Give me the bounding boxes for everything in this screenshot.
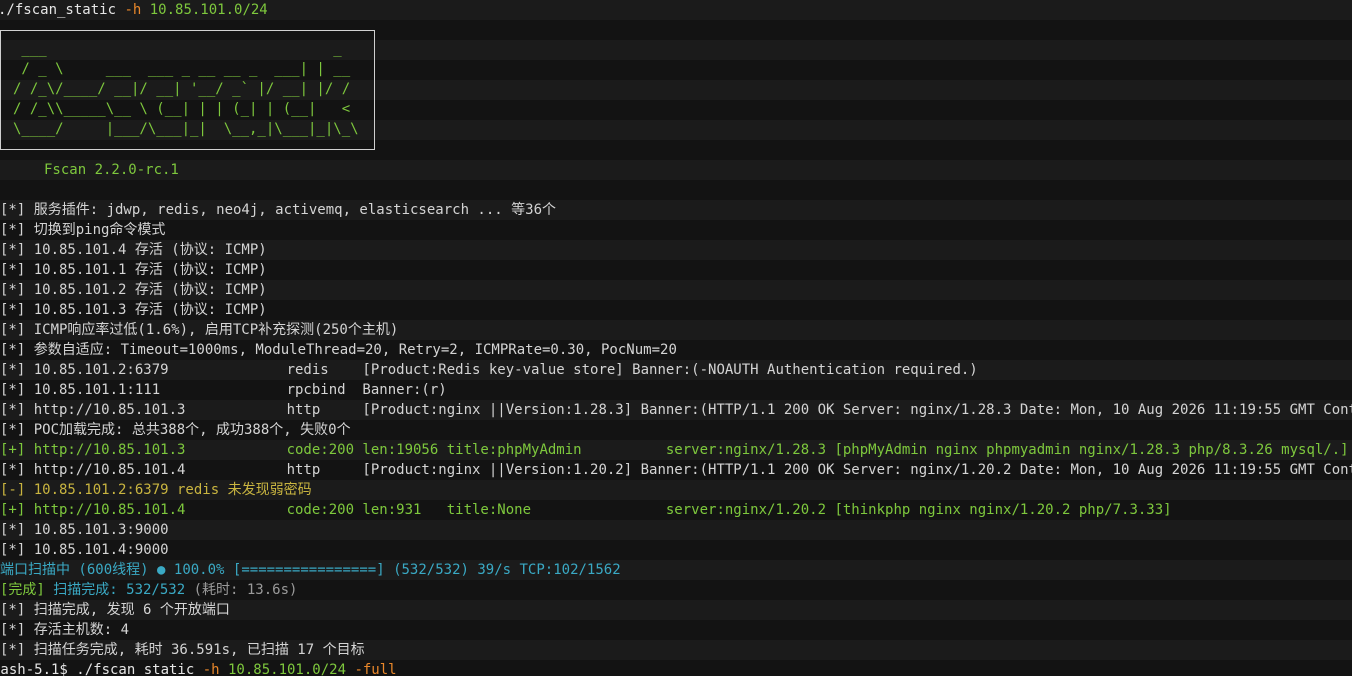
- log-line: [*] ICMP响应率过低(1.6%), 启用TCP补充探测(250个主机): [0, 322, 399, 338]
- command-target: 10.85.101.0/24: [141, 2, 268, 18]
- done-elapsed: (耗时: 13.6s): [185, 582, 298, 598]
- prompt-ps1: bash-5.1$: [0, 662, 68, 676]
- done-line: [完成] 扫描完成: 532/532 (耗时: 13.6s): [0, 580, 297, 600]
- log-line: [*] http://10.85.101.4 http [Product:ngi…: [0, 462, 1352, 478]
- summary-line: [*] 扫描任务完成, 耗时 36.591s, 已扫描 17 个目标: [0, 642, 365, 658]
- command-text: ./fscan_static: [0, 2, 125, 18]
- prompt-flag: -h: [202, 662, 220, 676]
- done-text: 扫描完成: 532/532: [44, 582, 186, 598]
- shell-prompt[interactable]: bash-5.1$ ./fscan_static -h 10.85.101.0/…: [0, 660, 397, 676]
- progress-stats: (532/532) 39/s TCP:102/1562: [393, 562, 621, 578]
- log-line: [*] 10.85.101.1:111 rpcbind Banner:(r): [0, 382, 447, 398]
- ascii-logo: ___ _ / _ \ ___ ___ _ __ __ _ ___| | __ …: [13, 41, 359, 137]
- terminal-window[interactable]: ./fscan_static -h 10.85.101.0/24 ___ _ /…: [0, 0, 1352, 676]
- progress-line: 端口扫描中 (600线程) ● 100.0% [================…: [0, 560, 621, 580]
- progress-percent: 100.0%: [173, 562, 225, 578]
- log-line: [*] 10.85.101.3 存活 (协议: ICMP): [0, 302, 267, 318]
- log-line: [*] 10.85.101.2:6379 redis [Product:Redi…: [0, 362, 978, 378]
- done-tag: [完成]: [0, 582, 45, 598]
- progress-bar: [================]: [232, 562, 385, 578]
- log-line-warning: [-] 10.85.101.2:6379 redis 未发现弱密码: [0, 482, 312, 498]
- prompt-command: ./fscan_static: [67, 662, 203, 676]
- prompt-target: 10.85.101.0/24: [219, 662, 347, 676]
- log-line: [*] 10.85.101.1 存活 (协议: ICMP): [0, 262, 267, 278]
- log-line: [*] 10.85.101.4 存活 (协议: ICMP): [0, 242, 267, 258]
- log-line: [*] 参数自适应: Timeout=1000ms, ModuleThread=…: [0, 342, 677, 358]
- version-label: Fscan 2.2.0-rc.1: [44, 162, 179, 178]
- ascii-logo-box: ___ _ / _ \ ___ ___ _ __ __ _ ___| | __ …: [0, 30, 375, 150]
- log-line-success: [+] http://10.85.101.3 code:200 len:1905…: [0, 442, 1349, 458]
- command-flag: -h: [124, 2, 142, 18]
- progress-label: 端口扫描中 (600线程): [0, 562, 149, 578]
- log-line: [*] 服务插件: jdwp, redis, neo4j, activemq, …: [0, 202, 557, 218]
- log-line-success: [+] http://10.85.101.4 code:200 len:931 …: [0, 502, 1172, 518]
- summary-line: [*] 扫描完成, 发现 6 个开放端口: [0, 602, 230, 618]
- log-line: [*] POC加载完成: 总共388个, 成功388个, 失败0个: [0, 422, 351, 438]
- log-line: [*] 10.85.101.4:9000: [0, 542, 169, 558]
- log-line: [*] 10.85.101.2 存活 (协议: ICMP): [0, 282, 267, 298]
- log-line: [*] 切换到ping命令模式: [0, 222, 166, 238]
- prompt-flag-full: -full: [346, 662, 397, 676]
- log-line: [*] http://10.85.101.3 http [Product:ngi…: [0, 402, 1352, 418]
- summary-line: [*] 存活主机数: 4: [0, 622, 130, 638]
- log-line: [*] 10.85.101.3:9000: [0, 522, 169, 538]
- command-line: ./fscan_static -h 10.85.101.0/24: [0, 0, 268, 20]
